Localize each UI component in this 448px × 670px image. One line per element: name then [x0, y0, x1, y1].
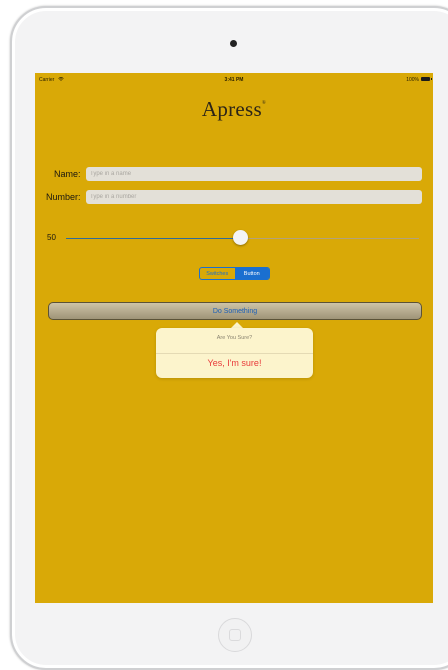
logo-mark: ®	[262, 101, 267, 106]
battery-percent: 100%	[406, 77, 419, 83]
battery-icon	[421, 77, 432, 81]
do-something-button[interactable]: Do Something	[48, 302, 422, 320]
status-bar: Carrier 3:41 PM 100%	[35, 73, 433, 87]
segmented-control[interactable]: Switches Button	[199, 267, 270, 280]
apress-logo: Apress®	[35, 97, 433, 122]
popover-divider	[156, 353, 313, 354]
app-screen: Carrier 3:41 PM 100% Apress® Name: Numbe…	[35, 73, 433, 603]
number-label: Number:	[46, 192, 81, 202]
camera-icon	[230, 40, 237, 47]
slider-value-label: 50	[47, 233, 56, 242]
slider-track-filled[interactable]	[66, 238, 241, 239]
name-label: Name:	[54, 169, 81, 179]
confirm-button[interactable]: Yes, I'm sure!	[156, 358, 313, 368]
name-field[interactable]	[86, 167, 422, 181]
status-time: 3:41 PM	[224, 77, 244, 83]
popover-title: Are You Sure?	[216, 335, 253, 341]
confirmation-popover: Are You Sure? Yes, I'm sure!	[156, 328, 313, 378]
logo-text: Apress	[201, 97, 262, 121]
segment-button[interactable]: Button	[234, 268, 269, 279]
number-field[interactable]	[86, 190, 422, 204]
slider-thumb[interactable]	[233, 230, 248, 245]
slider-track-empty[interactable]	[241, 238, 419, 239]
segment-switches[interactable]: Switches	[200, 268, 235, 279]
home-button[interactable]	[218, 618, 252, 652]
